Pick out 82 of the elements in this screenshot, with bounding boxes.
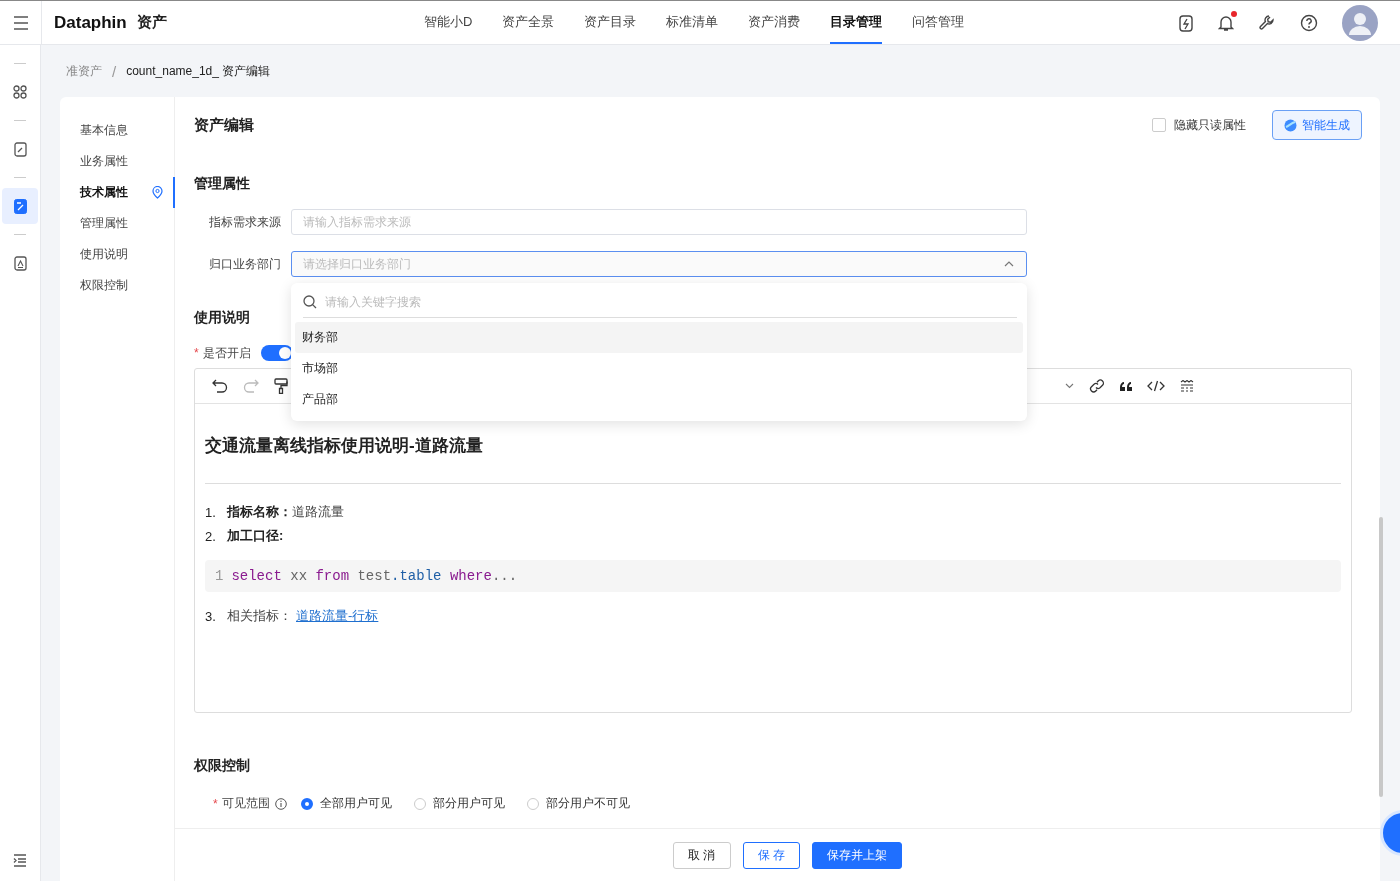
logo[interactable]: Dataphin — [54, 12, 127, 33]
checkbox-box[interactable] — [1152, 118, 1166, 132]
ai-generate-button[interactable]: 智能生成 — [1272, 110, 1362, 140]
nav-tab[interactable]: 资产消费 — [748, 1, 801, 44]
nav-tab[interactable]: 资产全景 — [502, 1, 555, 44]
item-value: 道路流量 — [292, 503, 344, 521]
item-label: 相关指标： — [227, 607, 292, 625]
section-title: 使用说明 — [194, 308, 251, 327]
anchor-link[interactable]: 使用说明 — [60, 239, 175, 270]
anchor-link[interactable]: 业务属性 — [60, 146, 175, 177]
checkbox-label: 隐藏只读属性 — [1174, 116, 1246, 134]
item-label: 加工口径: — [227, 527, 284, 545]
list-number: 3. — [205, 608, 217, 624]
paint-roller-icon[interactable] — [274, 378, 288, 394]
nav-tab[interactable]: 资产目录 — [584, 1, 637, 44]
scrollbar-thumb[interactable] — [1379, 517, 1383, 797]
section-title: 权限控制 — [194, 756, 251, 775]
line-number: 1 — [215, 568, 224, 584]
radio-option[interactable]: 部分用户可见 — [413, 795, 505, 812]
bell-icon[interactable] — [1218, 13, 1234, 32]
radio-button[interactable] — [300, 797, 313, 810]
nav-tab[interactable]: 标准清单 — [666, 1, 719, 44]
radio-option[interactable]: 全部用户可见 — [300, 795, 392, 812]
cancel-button[interactable]: 取 消 — [673, 841, 731, 869]
nav-tab[interactable]: 问答管理 — [912, 1, 965, 44]
avatar-icon[interactable] — [1342, 4, 1378, 41]
chevron-up-icon — [1004, 261, 1014, 267]
save-and-publish-button[interactable]: 保存并上架 — [811, 841, 902, 869]
anchor-link[interactable]: 管理属性 — [60, 208, 175, 239]
grid-icon — [13, 85, 27, 99]
collapse-list-icon[interactable] — [13, 854, 27, 867]
section-title: 管理属性 — [194, 174, 251, 193]
radio-label: 全部用户可见 — [319, 795, 392, 812]
document-heading: 交通流量离线指标使用说明-道路流量 — [205, 435, 484, 457]
toggle-switch[interactable] — [260, 345, 293, 361]
search-field[interactable]: 请输入关键字搜索 — [323, 294, 1017, 310]
lightning-icon[interactable] — [1178, 13, 1194, 32]
code-line: select xx from test.table where... — [231, 568, 518, 584]
anchor-link[interactable]: 权限控制 — [60, 270, 175, 301]
wrench-icon[interactable] — [1258, 13, 1276, 32]
field-label: 归口业务部门 — [208, 255, 282, 273]
sparkle-orb-icon — [1284, 118, 1297, 132]
undo-icon[interactable] — [212, 379, 228, 393]
breadcrumb-separator: / — [112, 62, 117, 80]
quote-icon[interactable] — [1120, 381, 1132, 391]
list-number: 1. — [205, 504, 217, 520]
field-label: 指标需求来源 — [208, 213, 282, 231]
radio-option[interactable]: 部分用户不可见 — [526, 795, 630, 812]
anchor-link[interactable]: 技术属性 — [60, 177, 175, 208]
breadcrumb-item: count_name_1d_ 资产编辑 — [126, 62, 271, 80]
dropdown-option[interactable]: 产品部 — [295, 384, 1023, 415]
edit-document-icon — [13, 141, 27, 157]
location-pin-icon — [152, 186, 163, 199]
required-mark: * — [194, 346, 199, 360]
page-title: 资产编辑 — [194, 115, 255, 135]
menu-icon[interactable] — [12, 15, 29, 30]
dropdown-option[interactable]: 财务部 — [295, 322, 1023, 353]
text-input[interactable]: 请输入指标需求来源 — [291, 209, 1027, 235]
code-icon[interactable] — [1147, 380, 1165, 392]
list-number: 2. — [205, 528, 217, 544]
chevron-down-icon[interactable] — [1065, 383, 1074, 389]
field-label: 可见范围 — [221, 795, 270, 812]
document-icon — [13, 255, 27, 271]
horizontal-rule-icon[interactable] — [1180, 380, 1194, 392]
required-mark: * — [213, 796, 218, 811]
info-icon — [274, 797, 287, 810]
radio-label: 部分用户可见 — [432, 795, 505, 812]
nav-tab[interactable]: 目录管理 — [830, 1, 883, 44]
document-button[interactable] — [2, 188, 38, 224]
search-icon — [303, 295, 317, 309]
hide-readonly-checkbox[interactable]: 隐藏只读属性 — [1152, 116, 1246, 134]
related-metric-link[interactable]: 道路流量-行标 — [296, 607, 379, 625]
help-icon[interactable] — [1300, 13, 1318, 32]
anchor-link[interactable]: 基本信息 — [60, 115, 175, 146]
toggle-label: 是否开启 — [202, 344, 251, 362]
link-icon[interactable] — [1089, 378, 1105, 394]
item-label: 指标名称： — [227, 503, 292, 521]
nav-tab[interactable]: 智能小D — [424, 1, 473, 44]
note-icon — [13, 198, 27, 214]
save-button[interactable]: 保 存 — [742, 841, 800, 869]
product-name: 资产 — [136, 13, 167, 32]
radio-label: 部分用户不可见 — [545, 795, 630, 812]
